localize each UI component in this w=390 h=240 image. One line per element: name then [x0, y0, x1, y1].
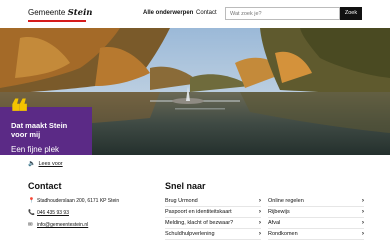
quicklink-melding[interactable]: Melding, klacht of bezwaar? ›: [165, 219, 261, 229]
email-link[interactable]: info@gemeentestein.nl: [37, 222, 88, 228]
chevron-right-icon: ›: [361, 219, 364, 226]
chevron-right-icon: ›: [258, 197, 261, 204]
quicklink-schuldhulpverlening[interactable]: Schuldhulpverlening ›: [165, 230, 261, 240]
hero-title: Dat maakt Stein voor mij: [11, 121, 67, 139]
quicklink-online-regelen[interactable]: Online regelen ›: [268, 197, 364, 207]
chevron-right-icon: ›: [258, 230, 261, 237]
hero-subtitle: Een fijne plek: [11, 145, 60, 154]
search-input[interactable]: [225, 7, 340, 20]
chevron-right-icon: ›: [258, 208, 261, 215]
quicklink-rijbewijs[interactable]: Rijbewijs ›: [268, 208, 364, 218]
phone-icon: 📞: [28, 210, 35, 216]
quicklink-label: Paspoort en identiteitskaart: [165, 209, 232, 215]
site-header: Gemeente Stein Alle onderwerpen Contact …: [0, 0, 390, 28]
chevron-right-icon: ›: [361, 230, 364, 237]
nav-contact[interactable]: Contact: [196, 10, 217, 16]
quicklink-afval[interactable]: Afval ›: [268, 219, 364, 229]
nav-all-topics[interactable]: Alle onderwerpen: [143, 10, 193, 16]
chevron-right-icon: ›: [361, 197, 364, 204]
quicklink-label: Brug Urmond: [165, 198, 198, 204]
contact-heading: Contact: [28, 181, 62, 191]
hero-title-line1: Dat maakt Stein: [11, 121, 68, 130]
hero-banner: ❝ Dat maakt Stein voor mij Een fijne ple…: [0, 28, 390, 155]
quicklink-label: Melding, klacht of bezwaar?: [165, 220, 234, 226]
chevron-right-icon: ›: [361, 208, 364, 215]
contact-address: 📍 Stadhouderslaan 200, 6171 KP Stein: [28, 198, 119, 204]
speaker-icon: 🔈: [28, 161, 36, 167]
quicklink-rondkomen[interactable]: Rondkomen ›: [268, 230, 364, 240]
quicklink-paspoort[interactable]: Paspoort en identiteitskaart ›: [165, 208, 261, 218]
quicklink-label: Afval: [268, 220, 281, 226]
hero-title-line2: voor mij: [11, 130, 41, 139]
contact-email: ✉ info@gemeentestein.nl: [28, 222, 88, 228]
quicklink-label: Rondkomen: [268, 231, 298, 237]
search-button[interactable]: Zoek: [340, 7, 362, 20]
quicklink-label: Online regelen: [268, 198, 304, 204]
quicklink-label: Schuldhulpverlening: [165, 231, 215, 237]
logo-name: Stein: [67, 8, 93, 18]
location-pin-icon: 📍: [28, 198, 35, 204]
read-aloud-label: Lees voor: [38, 161, 63, 167]
phone-link[interactable]: 046 435 93 93: [37, 210, 69, 216]
logo-underline: [28, 20, 86, 22]
mail-icon: ✉: [28, 222, 33, 228]
site-logo[interactable]: Gemeente Stein: [28, 8, 92, 18]
read-aloud-button[interactable]: 🔈 Lees voor: [28, 160, 63, 167]
quicklink-label: Rijbewijs: [268, 209, 290, 215]
chevron-right-icon: ›: [258, 219, 261, 226]
quicklink-brug-urmond[interactable]: Brug Urmond ›: [165, 197, 261, 207]
quicklinks-heading: Snel naar: [165, 181, 206, 191]
address-text: Stadhouderslaan 200, 6171 KP Stein: [37, 198, 120, 204]
logo-prefix: Gemeente: [28, 8, 66, 17]
contact-phone: 📞 046 435 93 93: [28, 210, 69, 216]
